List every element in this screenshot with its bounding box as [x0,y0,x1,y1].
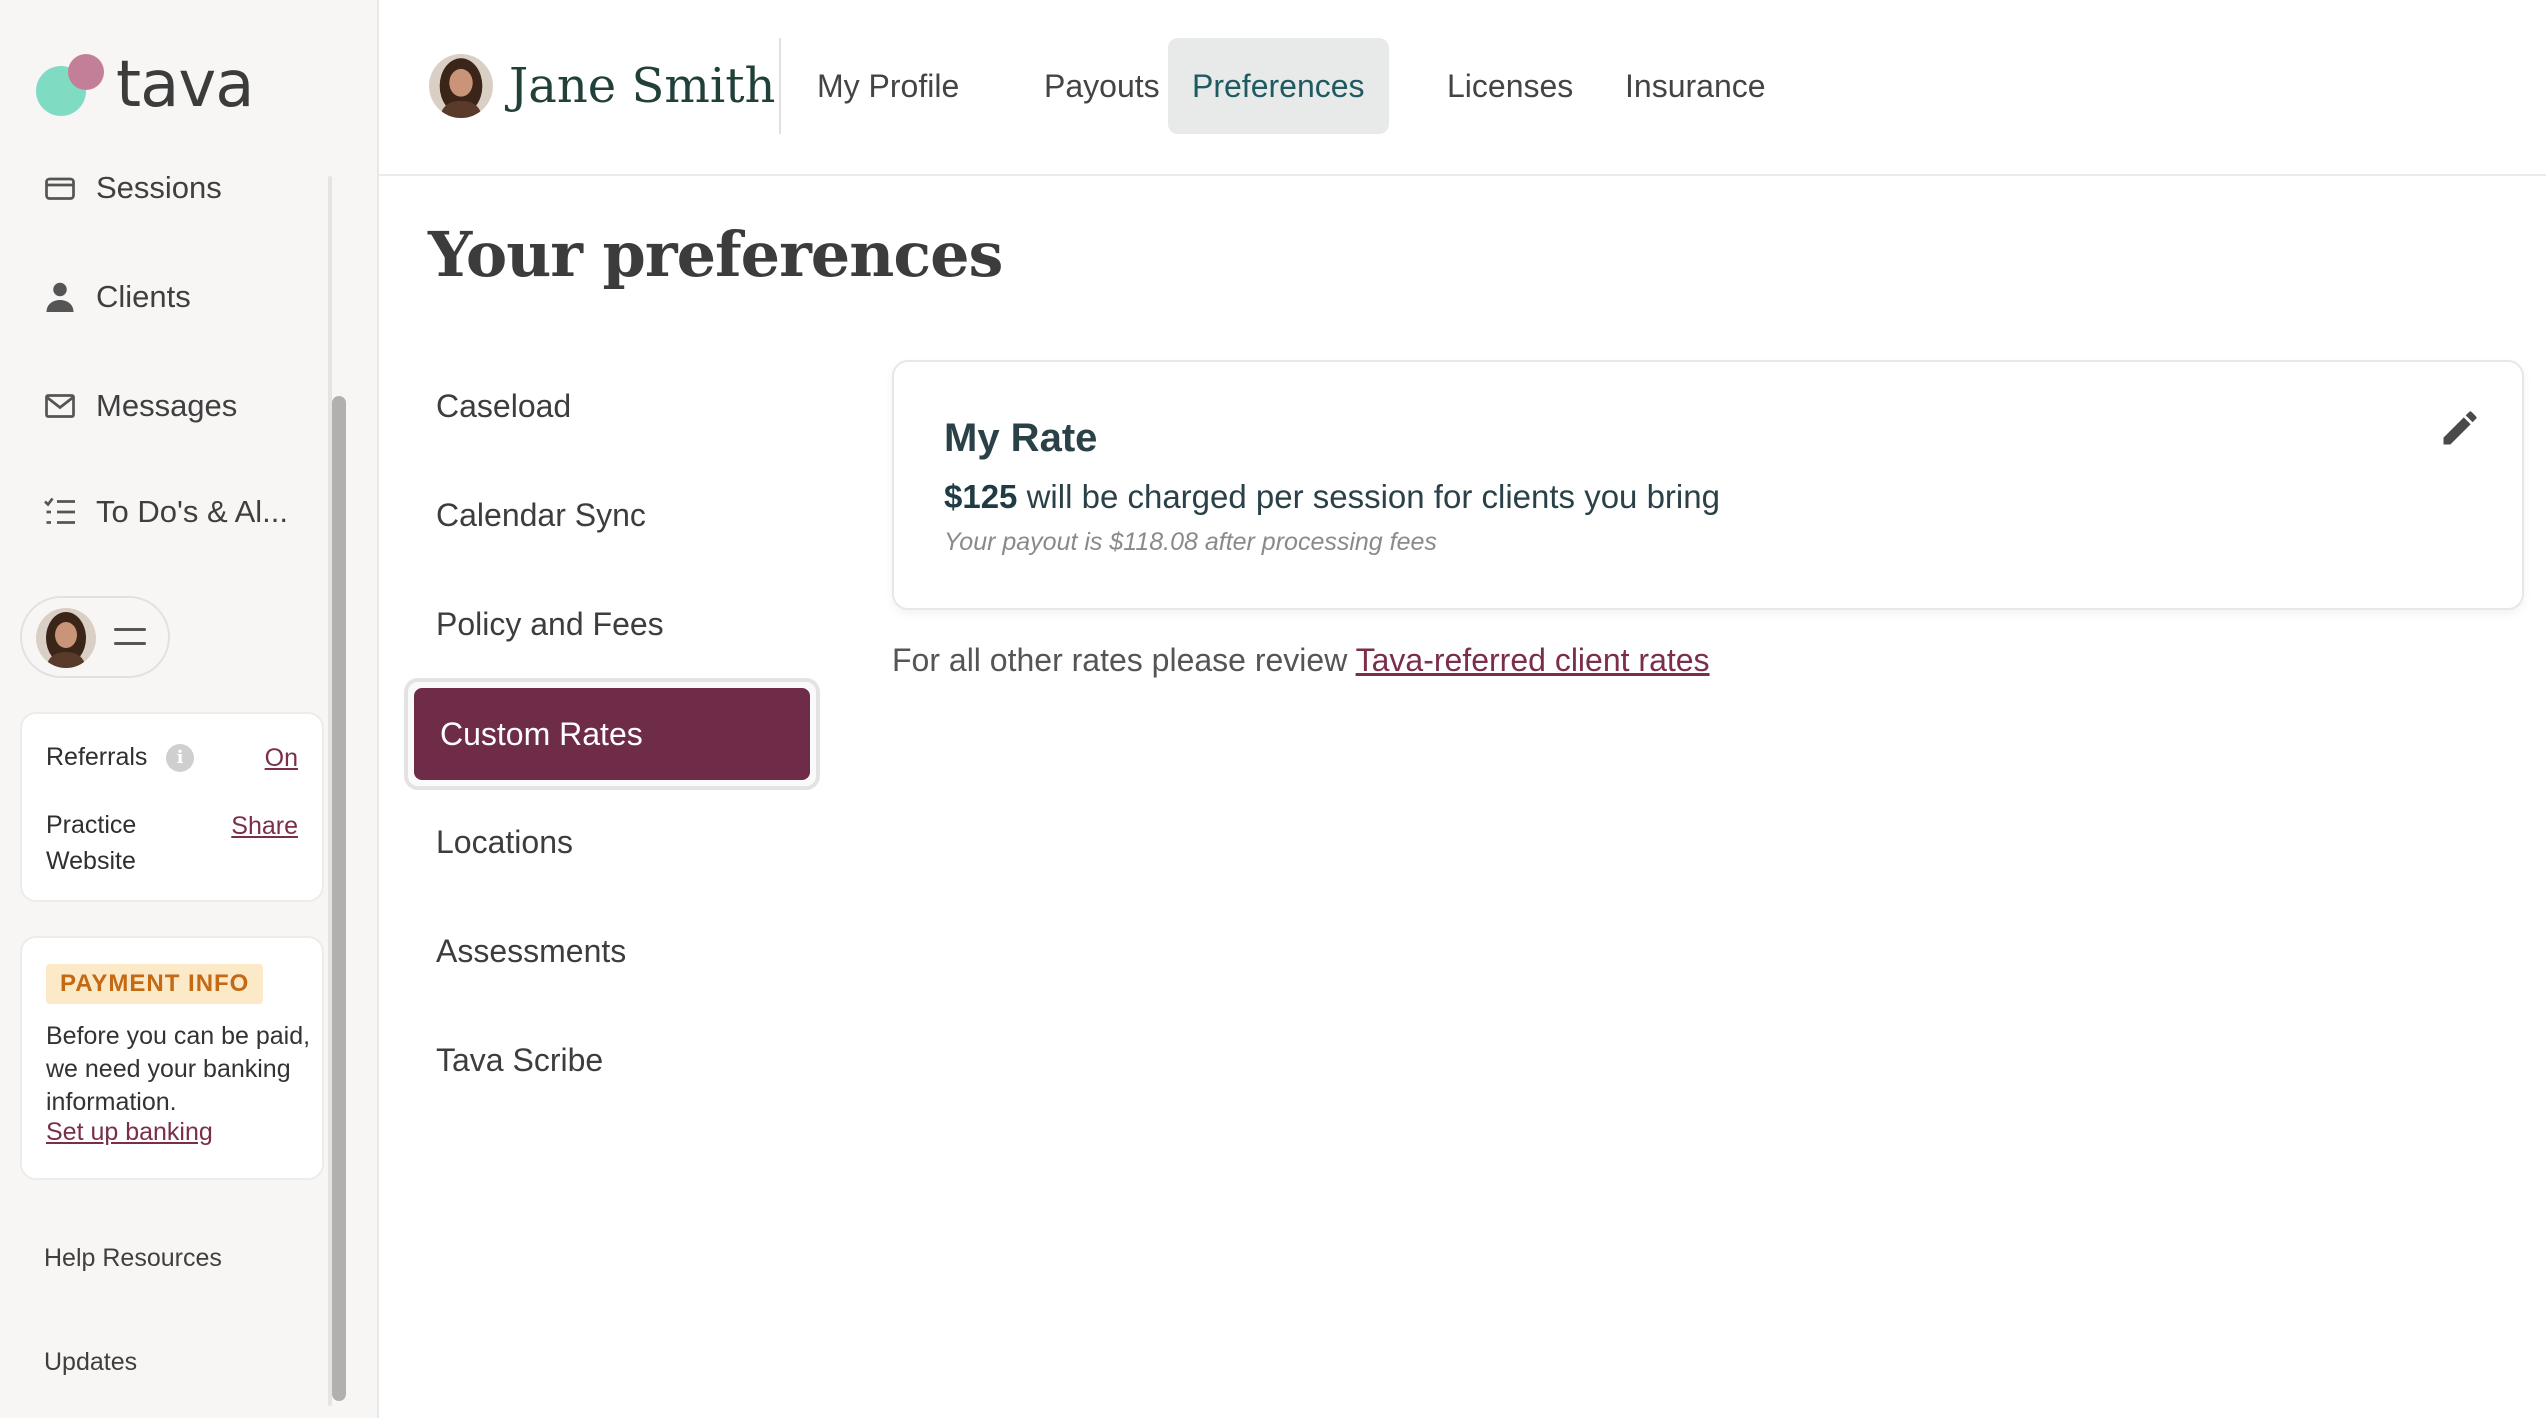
referrals-label: Referrals [46,743,148,771]
tava-referred-rates-link[interactable]: Tava-referred client rates [1356,642,1710,678]
payment-info-card: PAYMENT INFO Before you can be paid, we … [20,936,324,1180]
tab-my-profile[interactable]: My Profile [793,38,983,134]
user-avatar [429,54,493,118]
tab-insurance[interactable]: Insurance [1601,38,1790,134]
sidebar-item-label: Messages [96,388,238,423]
info-icon[interactable]: i [166,744,194,772]
rate-description-text: will be charged per session for clients … [1017,478,1720,515]
sidebar-scrollbar[interactable] [332,396,346,1401]
person-icon [46,282,74,312]
avatar [36,608,96,668]
referrals-card: Referrals i On Practice Website Share [20,712,324,902]
practice-website-label: Practice [46,811,137,839]
profile-menu-button[interactable] [20,596,170,678]
set-up-banking-link[interactable]: Set up banking [46,1118,213,1147]
other-rates-text: For all other rates please review [892,642,1356,678]
hamburger-icon [114,628,146,648]
envelope-icon [45,394,75,418]
sidebar-item-clients[interactable]: Clients [42,279,191,315]
logo-pink-dot [68,54,104,90]
payment-info-badge: PAYMENT INFO [46,964,264,1004]
page-title: Your preferences [428,218,1003,291]
referrals-toggle-link[interactable]: On [265,744,298,773]
updates-link[interactable]: Updates [44,1348,137,1377]
pref-nav-assessments[interactable]: Assessments [436,933,626,970]
card-icon [45,177,75,200]
practice-website-label-2: Website [46,847,136,875]
pencil-icon[interactable] [2438,406,2482,450]
sidebar-item-label: To Do's & Al... [96,494,288,529]
pref-nav-caseload[interactable]: Caseload [436,388,571,425]
top-bar: Jane Smith My Profile Payouts Preference… [379,0,2546,176]
pref-nav-policy-and-fees[interactable]: Policy and Fees [436,606,664,643]
other-rates-note: For all other rates please review Tava-r… [892,642,1710,679]
sidebar-item-messages[interactable]: Messages [42,388,237,424]
tab-licenses[interactable]: Licenses [1423,38,1597,134]
share-website-link[interactable]: Share [231,812,298,841]
rate-amount: $125 [944,478,1018,515]
pref-nav-active-focus: Custom Rates [404,678,820,790]
pref-nav-locations[interactable]: Locations [436,824,573,861]
user-header: Jane Smith [429,54,775,118]
tab-preferences[interactable]: Preferences [1168,38,1389,134]
sidebar-item-todos[interactable]: To Do's & Al... [42,494,288,530]
pref-nav-tava-scribe[interactable]: Tava Scribe [436,1042,603,1079]
checklist-icon [44,497,75,524]
help-resources-link[interactable]: Help Resources [44,1244,222,1273]
payout-note: Your payout is $118.08 after processing … [944,528,1437,556]
sidebar-item-label: Sessions [96,170,222,205]
header-divider [779,38,781,134]
rate-description: $125 will be charged per session for cli… [944,478,1720,516]
pref-nav-custom-rates[interactable]: Custom Rates [414,688,810,780]
sidebar: tava Sessions Clients Messages To Do's &… [0,0,379,1418]
pref-nav-calendar-sync[interactable]: Calendar Sync [436,497,646,534]
tava-logo[interactable]: tava [36,48,296,132]
user-name: Jane Smith [509,58,776,114]
payment-info-text: Before you can be paid, we need your ban… [46,1022,311,1116]
tab-payouts[interactable]: Payouts [1020,38,1184,134]
sidebar-item-label: Clients [96,279,191,314]
sidebar-item-sessions[interactable]: Sessions [42,170,222,206]
my-rate-title: My Rate [944,416,1098,460]
logo-wordmark: tava [116,48,254,122]
my-rate-card: My Rate $125 will be charged per session… [892,360,2524,610]
